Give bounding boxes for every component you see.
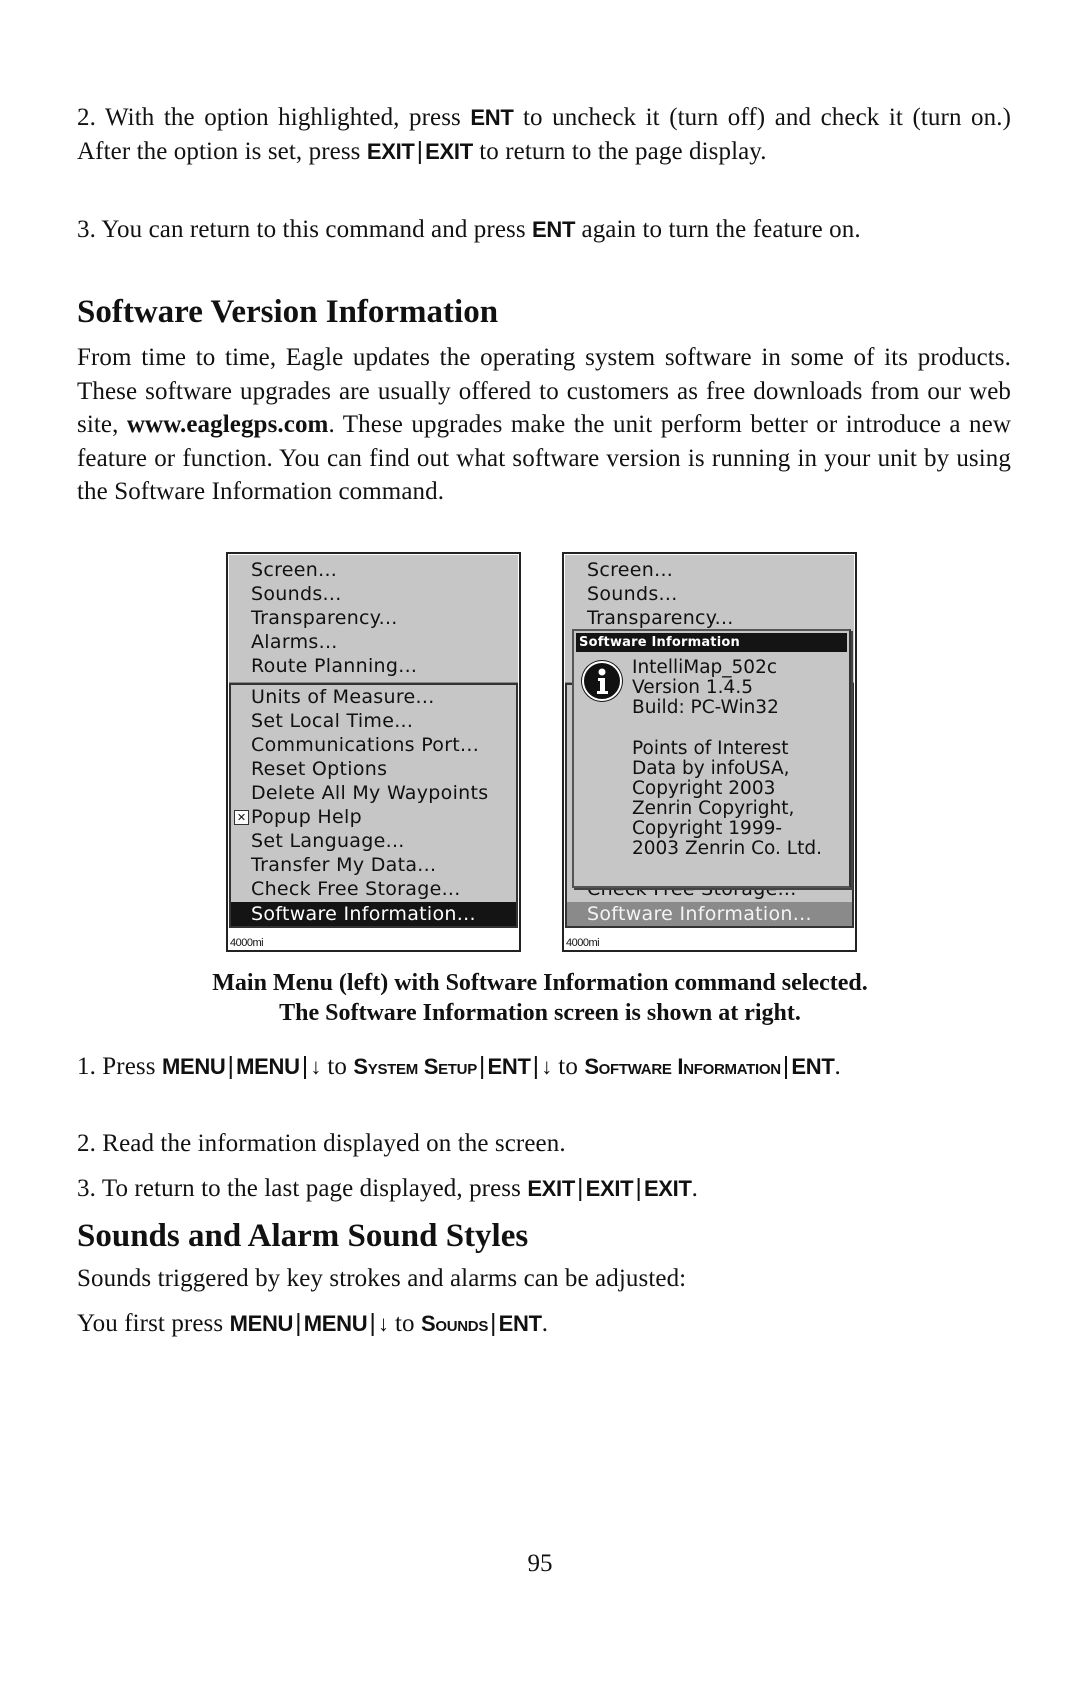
figure-caption: Main Menu (left) with Software Informati… [0,968,1080,1028]
map-scale-label: 4000mi [566,937,600,949]
key-ent: ENT [532,217,576,242]
text: to return to the page display. [472,137,767,165]
menu-item[interactable]: Transparency... [587,606,734,630]
sounds-instruction: You first press MENU|MENU|↓ to Sounds|EN… [77,1307,1011,1341]
section-heading-sounds: Sounds and Alarm Sound Styles [77,1218,529,1254]
caption-line-2: The Software Information screen is shown… [279,1000,801,1026]
step-2-paragraph: 2. With the option highlighted, press EN… [77,101,1011,168]
menu-item[interactable]: Set Local Time... [251,709,413,733]
separator: | [301,1052,309,1080]
info-line: IntelliMap_502c [632,657,778,678]
info-line: Zenrin Copyright, [632,798,795,819]
menu-item[interactable]: Alarms... [251,630,338,654]
text: You first press [77,1310,230,1337]
instruction-step-2: 2. Read the information displayed on the… [77,1130,566,1157]
menu-item[interactable]: Sounds... [251,582,342,606]
menu-item[interactable]: Route Planning... [251,654,417,678]
dialog-title: Software Information [576,633,847,652]
info-line: Version 1.4.5 [632,677,753,698]
key-ent: ENT [487,1054,531,1079]
key-ent: ENT [498,1311,542,1336]
separator: | [369,1309,376,1337]
separator: | [577,1174,584,1202]
step-3-paragraph: 3. You can return to this command and pr… [77,213,1011,247]
popup-help-checkbox[interactable]: ✕ [234,810,249,825]
instruction-step-1: 1. Press MENU|MENU|↓ to System Setup|ENT… [77,1050,1011,1084]
main-menu-screen: Screen... Sounds... Transparency... Alar… [226,552,521,952]
key-ent: ENT [791,1054,835,1079]
text: again to turn the feature on. [575,216,861,243]
text: to [388,1310,421,1337]
menu-item[interactable]: Screen... [251,558,337,582]
key-menu: MENU [303,1311,368,1336]
separator: | [635,1174,642,1202]
text: to [321,1053,354,1080]
menu-item[interactable]: Screen... [587,558,673,582]
page-number: 95 [527,1550,553,1577]
info-icon [582,661,622,701]
menu-path-sounds: Sounds [421,1311,489,1336]
menu-path-software-information: Software Information [584,1054,781,1079]
section-heading-software-version: Software Version Information [77,294,499,330]
separator: | [490,1309,497,1337]
menu-item[interactable]: Transfer My Data... [251,853,436,877]
key-exit: EXIT [643,1176,692,1201]
website-link[interactable]: www.eaglegps.com [127,411,329,438]
menu-path-system-setup: System Setup [353,1054,477,1079]
separator: | [295,1309,302,1337]
menu-item[interactable]: Check Free Storage... [251,877,461,901]
separator: | [478,1052,486,1080]
text: . [541,1310,549,1337]
menu-item[interactable]: Delete All My Waypoints [251,781,488,805]
down-arrow-icon: ↓ [541,1054,552,1079]
menu-top-box: Screen... Sounds... Transparency... Alar… [229,555,518,683]
instruction-step-3: 3. To return to the last page displayed,… [77,1172,1011,1206]
down-arrow-icon: ↓ [377,1311,389,1336]
menu-bottom-box: Units of Measure... Set Local Time... Co… [229,683,518,928]
info-line: Copyright 2003 [632,778,776,799]
key-menu: MENU [229,1311,294,1336]
text: to [551,1053,585,1080]
sounds-paragraph: Sounds triggered by key strokes and alar… [77,1265,687,1292]
separator: | [416,136,424,165]
key-menu: MENU [236,1054,300,1079]
software-info-screen: Screen... Sounds... Transparency... Chec… [562,552,857,952]
separator: | [532,1052,540,1080]
menu-item-popup-help[interactable]: Popup Help [251,805,362,829]
menu-item[interactable]: Reset Options [251,757,387,781]
key-menu: MENU [161,1054,226,1079]
info-line: 2003 Zenrin Co. Ltd. [632,838,822,859]
key-exit: EXIT [527,1176,576,1201]
menu-item-software-information-selected[interactable]: Software Information... [567,902,852,926]
text: 3. To return to the last page displayed,… [77,1175,528,1202]
text: . [691,1175,698,1202]
info-line: Copyright 1999- [632,818,783,839]
down-arrow-icon: ↓ [310,1054,322,1079]
menu-item[interactable]: Units of Measure... [251,685,435,709]
menu-item-software-information-selected[interactable]: Software Information... [231,902,516,926]
map-scale-label: 4000mi [230,937,264,949]
menu-item[interactable]: Set Language... [251,829,405,853]
text: 3. You can return to this command and pr… [77,216,533,243]
key-exit: EXIT [425,138,473,164]
text: 1. Press [77,1053,162,1080]
software-information-dialog: Software Information IntelliMap_502c Ver… [572,629,851,888]
menu-item[interactable]: Transparency... [251,606,398,630]
key-exit: EXIT [366,138,415,164]
text: . [834,1053,841,1080]
text: 2. With the option highlighted, press [77,104,471,131]
key-exit: EXIT [585,1176,634,1201]
separator: | [782,1052,790,1080]
menu-item[interactable]: Sounds... [587,582,678,606]
info-glyph [597,668,608,694]
menu-item[interactable]: Communications Port... [251,733,479,757]
software-version-paragraph: From time to time, Eagle updates the ope… [77,341,1011,509]
caption-line-1: Main Menu (left) with Software Informati… [212,970,868,996]
separator: | [227,1052,235,1080]
info-line: Points of Interest [632,738,789,759]
key-ent: ENT [470,105,514,130]
info-line: Build: PC-Win32 [632,697,779,718]
info-line: Data by infoUSA, [632,758,790,779]
